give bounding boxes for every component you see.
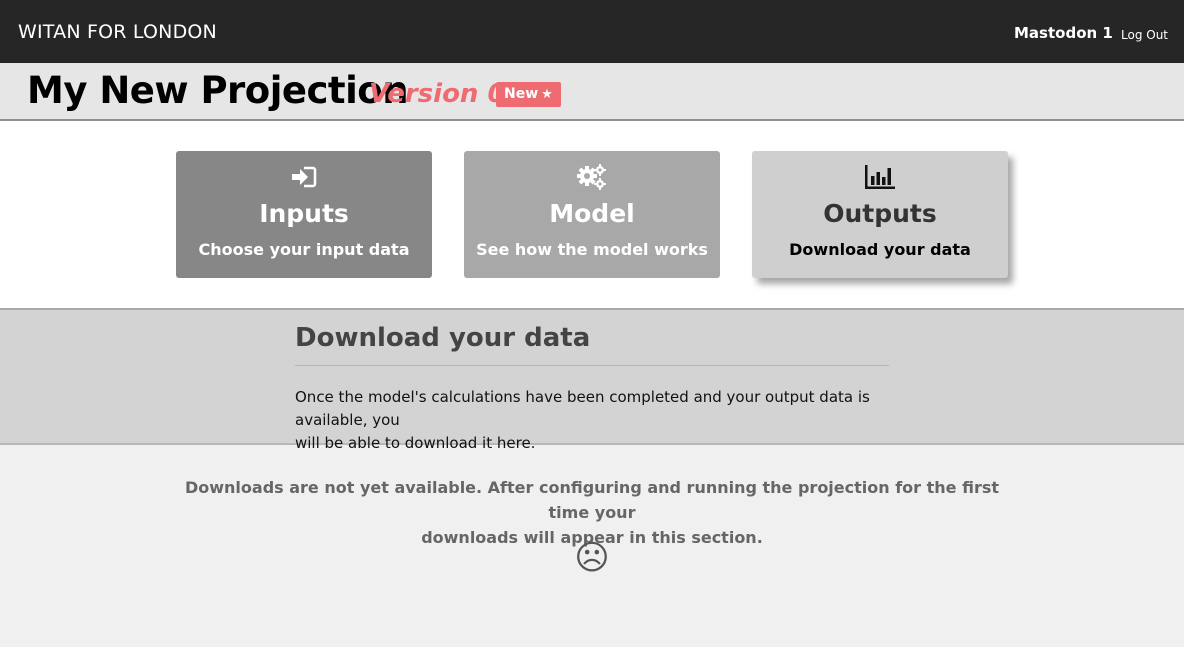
inputs-card-subtitle: Choose your input data [198, 240, 410, 259]
outputs-card-title: Outputs [823, 199, 937, 228]
workflow-cards: Inputs Choose your input data Model See … [0, 121, 1184, 308]
version-label: Version 0 [369, 79, 506, 109]
badge-label: New [504, 86, 539, 102]
page-title: My New Projection [27, 69, 409, 112]
section-description-line: Once the model's calculations have been … [295, 388, 870, 429]
inputs-card[interactable]: Inputs Choose your input data [176, 151, 432, 278]
projection-title-bar: My New Projection Version 0 New ★ [0, 63, 1184, 121]
empty-state-line: Downloads are not yet available. After c… [184, 478, 1000, 522]
user-name[interactable]: Mastodon 1 [1014, 24, 1113, 42]
section-description-line: will be able to download it here. [295, 434, 536, 452]
top-navbar: WITAN FOR LONDON Mastodon 1 Log Out [0, 0, 1184, 63]
model-card-title: Model [549, 199, 635, 228]
download-section: Download your data Once the model's calc… [0, 308, 1184, 452]
divider [295, 365, 889, 366]
star-icon: ★ [541, 87, 553, 102]
gears-icon [464, 163, 720, 191]
model-card[interactable]: Model See how the model works [464, 151, 720, 278]
logout-link[interactable]: Log Out [1121, 28, 1168, 42]
bar-chart-icon [752, 163, 1008, 191]
frown-icon: ☹ [574, 538, 610, 578]
section-heading: Download your data [295, 323, 591, 353]
section-description: Once the model's calculations have been … [295, 386, 945, 455]
outputs-card-subtitle: Download your data [789, 240, 971, 259]
sign-in-icon [176, 163, 432, 191]
status-badge: New ★ [496, 82, 561, 107]
outputs-card[interactable]: Outputs Download your data [752, 151, 1008, 278]
brand-title[interactable]: WITAN FOR LONDON [18, 21, 217, 43]
inputs-card-title: Inputs [259, 199, 349, 228]
model-card-subtitle: See how the model works [476, 240, 708, 259]
